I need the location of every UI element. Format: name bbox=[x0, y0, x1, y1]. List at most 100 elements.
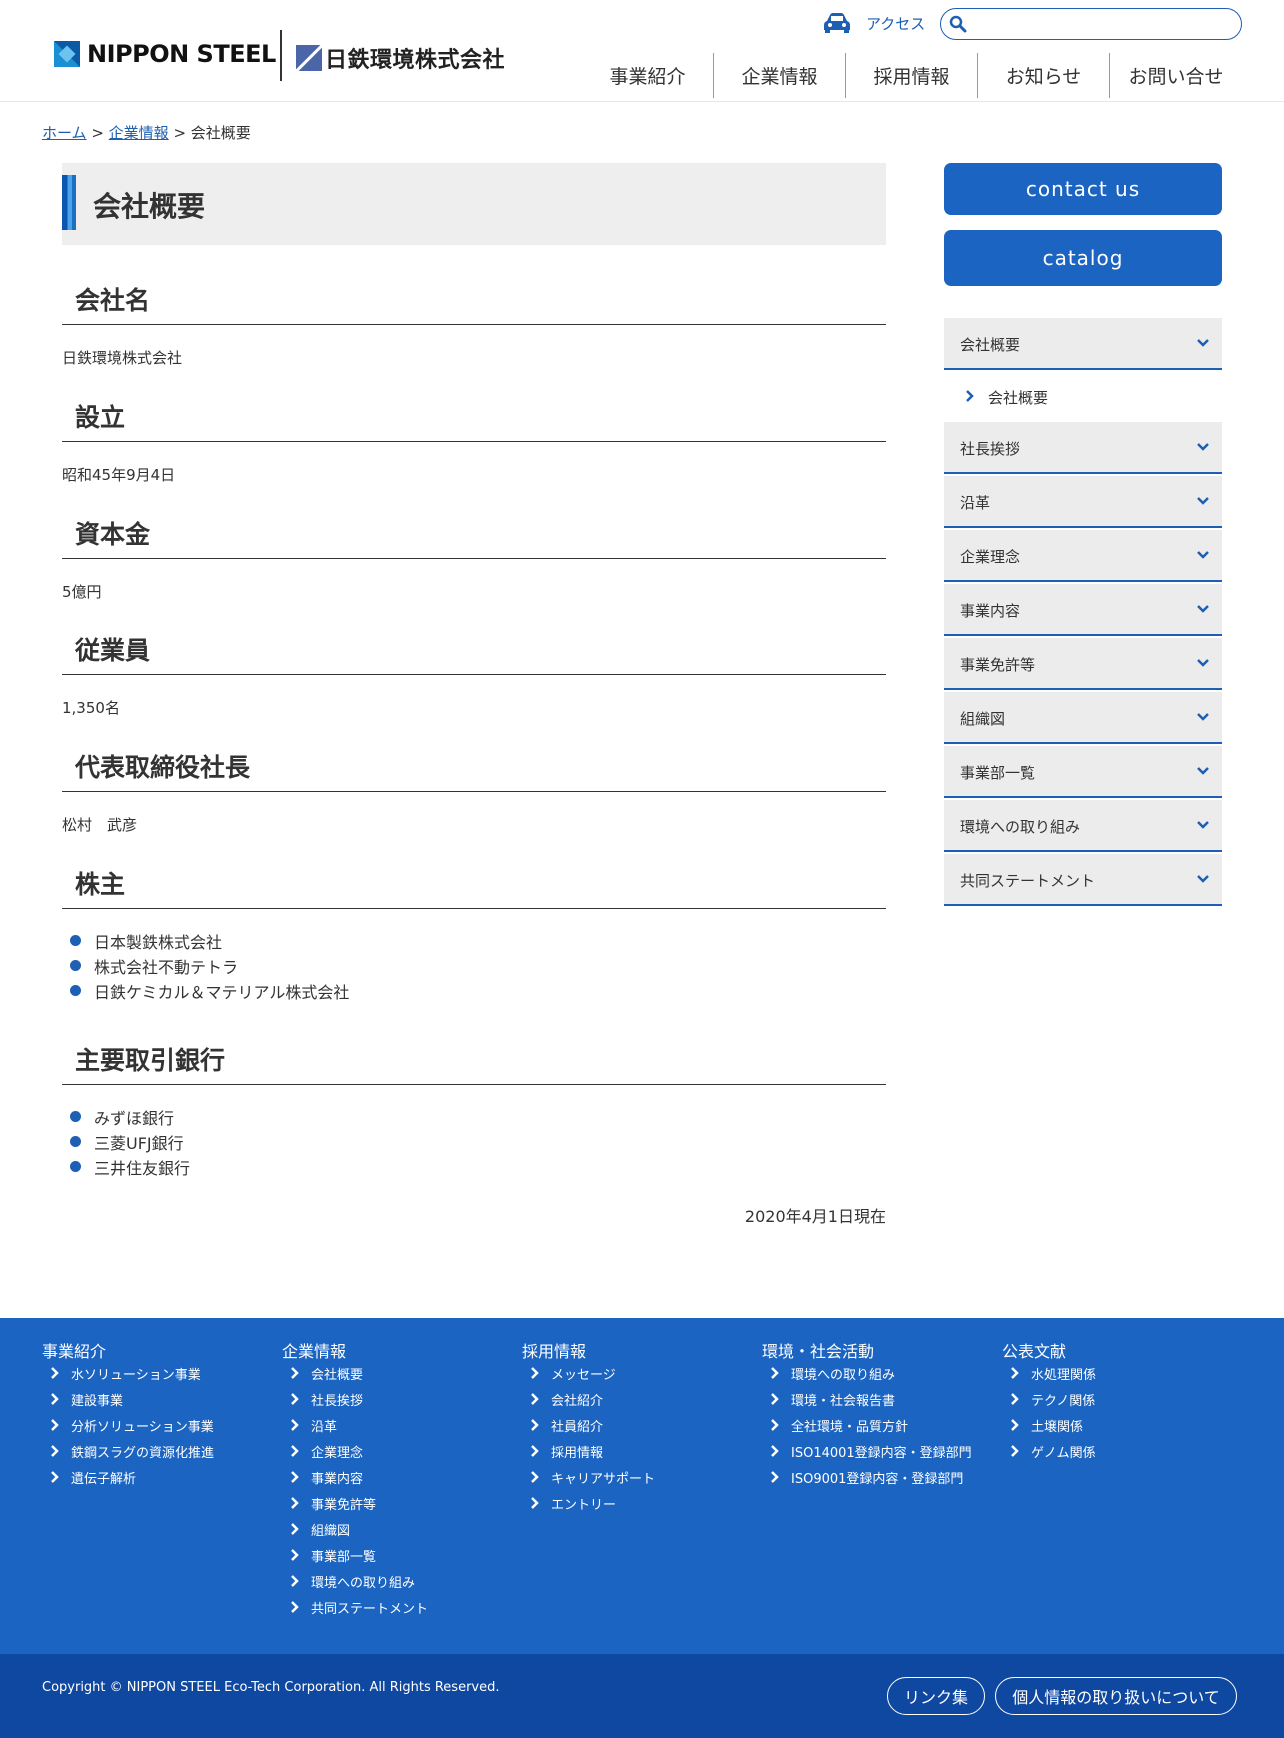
footer-link[interactable]: 採用情報 bbox=[522, 1438, 655, 1464]
nav-recruit[interactable]: 採用情報 bbox=[846, 53, 978, 98]
nav-company[interactable]: 企業情報 bbox=[714, 53, 846, 98]
nav-business[interactable]: 事業紹介 bbox=[582, 53, 714, 98]
footer-link[interactable]: 環境・社会報告書 bbox=[762, 1386, 972, 1412]
footer-link[interactable]: 事業内容 bbox=[282, 1464, 428, 1490]
footer-link-label: 沿革 bbox=[311, 1419, 338, 1435]
breadcrumb-company[interactable]: 企業情報 bbox=[109, 124, 169, 142]
footer-column-title[interactable]: 公表文献 bbox=[1002, 1338, 1066, 1362]
sidebar-item-philosophy[interactable]: 企業理念 bbox=[944, 530, 1222, 582]
bullet-icon bbox=[70, 960, 81, 971]
search-input[interactable] bbox=[973, 16, 1233, 32]
chevron-down-icon bbox=[1197, 551, 1209, 559]
sidebar-item-label: 沿革 bbox=[960, 494, 991, 512]
footer-link[interactable]: 会社紹介 bbox=[522, 1386, 655, 1412]
nav-contact[interactable]: お問い合せ bbox=[1110, 53, 1242, 98]
footer-link[interactable]: 企業理念 bbox=[282, 1438, 428, 1464]
chevron-right-icon bbox=[291, 1393, 299, 1405]
contact-us-button[interactable]: contact us bbox=[944, 163, 1222, 215]
footer-link-label: エントリー bbox=[551, 1497, 617, 1513]
footer-link-label: 土壌関係 bbox=[1031, 1419, 1084, 1435]
sidebar-item-licenses[interactable]: 事業免許等 bbox=[944, 638, 1222, 690]
footer-link[interactable]: 水処理関係 bbox=[1002, 1360, 1096, 1386]
footer-link[interactable]: 沿革 bbox=[282, 1412, 428, 1438]
catalog-button[interactable]: catalog bbox=[944, 230, 1222, 286]
sidebar-item-label: 共同ステートメント bbox=[960, 872, 1096, 890]
footer-link[interactable]: 建設事業 bbox=[42, 1386, 214, 1412]
capital-value: 5億円 bbox=[62, 583, 102, 601]
footer-link[interactable]: ゲノム関係 bbox=[1002, 1438, 1096, 1464]
chevron-down-icon bbox=[1197, 443, 1209, 451]
footer-link[interactable]: 事業免許等 bbox=[282, 1490, 428, 1516]
section-heading-banks: 主要取引銀行 bbox=[62, 1033, 886, 1085]
footer-link[interactable]: 会社概要 bbox=[282, 1360, 428, 1386]
chevron-down-icon bbox=[1197, 821, 1209, 829]
sidebar-item-greeting[interactable]: 社長挨拶 bbox=[944, 422, 1222, 474]
chevron-right-icon bbox=[1011, 1393, 1019, 1405]
established-value: 昭和45年9月4日 bbox=[62, 466, 176, 484]
footer-link[interactable]: ISO14001登録内容・登録部門 bbox=[762, 1438, 972, 1464]
link-collection-button[interactable]: リンク集 bbox=[887, 1677, 985, 1715]
footer-link-label: テクノ関係 bbox=[1031, 1393, 1096, 1409]
search-icon[interactable] bbox=[949, 15, 967, 33]
company-logo-mark bbox=[296, 45, 322, 71]
nippon-steel-logo[interactable]: NIPPON STEEL bbox=[54, 40, 276, 68]
footer-link[interactable]: 社員紹介 bbox=[522, 1412, 655, 1438]
chevron-down-icon bbox=[1197, 339, 1209, 347]
footer-link[interactable]: 環境への取り組み bbox=[762, 1360, 972, 1386]
copyright: Copyright © NIPPON STEEL Eco-Tech Corpor… bbox=[42, 1680, 500, 1695]
chevron-right-icon bbox=[291, 1575, 299, 1587]
chevron-right-icon bbox=[291, 1367, 299, 1379]
chevron-right-icon bbox=[531, 1393, 539, 1405]
footer-link[interactable]: 土壌関係 bbox=[1002, 1412, 1096, 1438]
sidebar-subitem-overview[interactable]: 会社概要 bbox=[944, 373, 1222, 421]
footer-column-title[interactable]: 環境・社会活動 bbox=[762, 1338, 874, 1362]
title-accent-bar bbox=[62, 175, 76, 230]
page-title: 会社概要 bbox=[93, 190, 206, 223]
footer-link[interactable]: 水ソリューション事業 bbox=[42, 1360, 214, 1386]
footer-column-title[interactable]: 採用情報 bbox=[522, 1338, 586, 1362]
footer-link[interactable]: エントリー bbox=[522, 1490, 655, 1516]
footer-link-label: 企業理念 bbox=[311, 1445, 364, 1461]
footer-link[interactable]: キャリアサポート bbox=[522, 1464, 655, 1490]
privacy-policy-button[interactable]: 個人情報の取り扱いについて bbox=[995, 1677, 1237, 1715]
footer-link[interactable]: 分析ソリューション事業 bbox=[42, 1412, 214, 1438]
footer-link[interactable]: 事業部一覧 bbox=[282, 1542, 428, 1568]
sidebar-subitem-label: 会社概要 bbox=[988, 389, 1049, 407]
footer-column-title[interactable]: 事業紹介 bbox=[42, 1338, 106, 1362]
bullet-icon bbox=[70, 1161, 81, 1172]
footer-link-list: 会社概要 社長挨拶沿革企業理念事業内容 事業免許等 組織図 事業部一覧 環境への取り組み共… bbox=[282, 1360, 428, 1620]
footer-link[interactable]: 社長挨拶 bbox=[282, 1386, 428, 1412]
sidebar-item-history[interactable]: 沿革 bbox=[944, 476, 1222, 528]
breadcrumb-home[interactable]: ホーム bbox=[42, 124, 87, 142]
sidebar-item-joint-statement[interactable]: 共同ステートメント bbox=[944, 854, 1222, 906]
footer-link[interactable]: 環境への取り組み bbox=[282, 1568, 428, 1594]
access-link[interactable]: アクセス bbox=[822, 12, 925, 34]
footer-link[interactable]: 全社環境・品質方針 bbox=[762, 1412, 972, 1438]
chevron-right-icon bbox=[531, 1471, 539, 1483]
shareholders-list: 日本製鉄株式会社 株式会社不動テトラ 日鉄ケミカル＆マテリアル株式会社 bbox=[70, 928, 349, 1003]
sidebar-item-environment[interactable]: 環境への取り組み bbox=[944, 800, 1222, 852]
footer-link[interactable]: 遺伝子解析 bbox=[42, 1464, 214, 1490]
footer-link-list: 水ソリューション事業 建設事業 分析ソリューション事業 鉄鋼スラグの資源化推進 遺伝子解… bbox=[42, 1360, 214, 1490]
footer-link[interactable]: テクノ関係 bbox=[1002, 1386, 1096, 1412]
footer-column-title[interactable]: 企業情報 bbox=[282, 1338, 346, 1362]
breadcrumb-current: 会社概要 bbox=[190, 124, 251, 142]
sidebar-item-overview[interactable]: 会社概要 bbox=[944, 318, 1222, 370]
chevron-right-icon bbox=[291, 1471, 299, 1483]
sidebar-item-divisions[interactable]: 事業部一覧 bbox=[944, 746, 1222, 798]
footer-link[interactable]: 鉄鋼スラグの資源化推進 bbox=[42, 1438, 214, 1464]
nav-news[interactable]: お知らせ bbox=[978, 53, 1110, 98]
sidebar-item-org-chart[interactable]: 組織図 bbox=[944, 692, 1222, 744]
chevron-down-icon bbox=[1197, 659, 1209, 667]
employees-value: 1,350名 bbox=[62, 699, 120, 717]
search-box[interactable] bbox=[940, 8, 1242, 40]
footer-link[interactable]: 共同ステートメント bbox=[282, 1594, 428, 1620]
sidebar-item-business[interactable]: 事業内容 bbox=[944, 584, 1222, 636]
footer-link[interactable]: メッセージ bbox=[522, 1360, 655, 1386]
company-logo[interactable]: 日鉄環境株式会社 bbox=[296, 42, 505, 74]
footer-link-label: 環境への取り組み bbox=[791, 1367, 896, 1383]
chevron-right-icon bbox=[1011, 1419, 1019, 1431]
footer-link[interactable]: ISO9001登録内容・登録部門 bbox=[762, 1464, 972, 1490]
footer-link-label: 会社紹介 bbox=[551, 1393, 604, 1409]
footer-link[interactable]: 組織図 bbox=[282, 1516, 428, 1542]
